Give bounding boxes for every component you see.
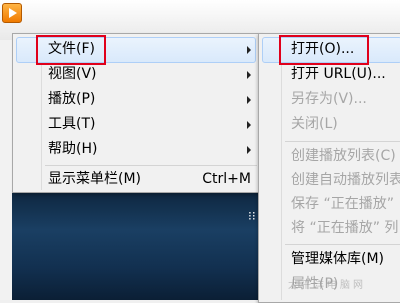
menu-item-play[interactable]: 播放(P): [15, 87, 259, 111]
menu-item-label: 视图(V): [48, 66, 97, 82]
play-icon: [9, 8, 17, 18]
watermark-text: 太平洋电脑网: [288, 280, 366, 291]
menu-item-label: 播放(P): [48, 91, 96, 107]
submenu-item-save-as[interactable]: 另存为(V)...: [261, 87, 400, 111]
menu-item-label: 工具(T): [48, 116, 96, 132]
submenu-arrow-icon: [247, 146, 251, 154]
submenu-arrow-icon: [247, 121, 251, 129]
highlight-box-open: [279, 35, 369, 65]
submenu-arrow-icon: [247, 71, 251, 79]
menu-separator: [45, 165, 257, 166]
menu-item-label: 显示菜单栏(M): [48, 171, 142, 187]
menu-item-label: 关闭(L): [291, 116, 338, 132]
video-area[interactable]: ⁝⁝: [12, 192, 262, 300]
submenu-item-close[interactable]: 关闭(L): [261, 112, 400, 136]
menu-item-label: 创建播放列表(C): [291, 148, 396, 164]
menu-item-label: 管理媒体库(M): [291, 251, 385, 267]
menu-item-tools[interactable]: 工具(T): [15, 112, 259, 136]
submenu-item-manage-library[interactable]: 管理媒体库(M): [261, 247, 400, 271]
menu-separator: [285, 141, 400, 142]
menu-item-label: 帮助(H): [48, 141, 98, 157]
fullscreen-grid-icon: ⁝⁝: [248, 209, 256, 223]
submenu-item-save-now-playing[interactable]: 保存 “正在播放”: [261, 192, 400, 216]
menu-item-label: 创建自动播放列表: [291, 172, 400, 188]
submenu-item-now-playing-to-list[interactable]: 将 “正在播放” 列: [261, 216, 400, 240]
menu-item-show-menubar[interactable]: 显示菜单栏(M) Ctrl+M: [15, 167, 259, 191]
menu-item-help[interactable]: 帮助(H): [15, 137, 259, 161]
window-left-edge: [0, 40, 12, 300]
menu-item-label: 打开 URL(U)...: [291, 66, 386, 82]
submenu-item-open-url[interactable]: 打开 URL(U)...: [261, 62, 400, 86]
menu-item-label: 另存为(V)...: [291, 91, 367, 107]
menu-item-label: 将 “正在播放” 列: [291, 220, 399, 236]
highlight-box-file: [36, 35, 106, 65]
menu-separator: [285, 244, 400, 245]
menu-item-view[interactable]: 视图(V): [15, 62, 259, 86]
submenu-item-create-auto-playlist[interactable]: 创建自动播放列表: [261, 168, 400, 192]
submenu-item-create-playlist[interactable]: 创建播放列表(C): [261, 144, 400, 168]
player-app-icon[interactable]: [2, 3, 22, 23]
menu-item-label: 保存 “正在播放”: [291, 196, 394, 212]
submenu-arrow-icon: [247, 96, 251, 104]
menu-item-shortcut: Ctrl+M: [202, 171, 251, 187]
submenu-arrow-icon: [247, 46, 251, 54]
file-submenu: 打开(O)... 打开 URL(U)... 另存为(V)... 关闭(L) 创建…: [258, 33, 400, 303]
